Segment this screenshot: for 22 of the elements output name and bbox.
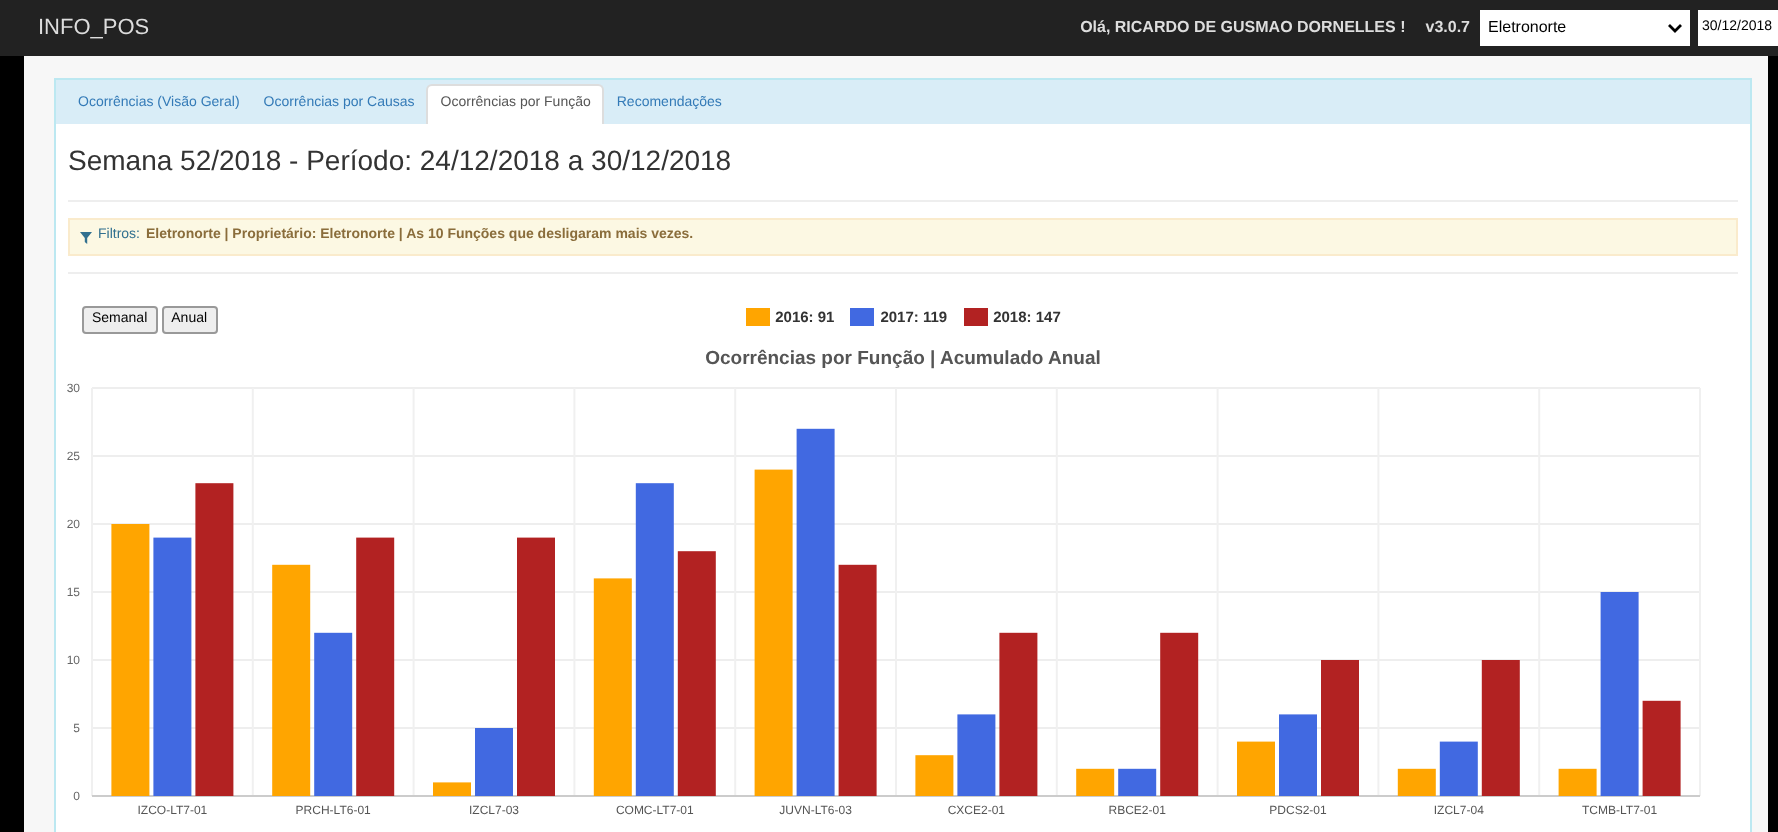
bar (1397, 769, 1436, 797)
bar (1439, 742, 1478, 797)
bar (1558, 769, 1597, 797)
bar (475, 728, 513, 797)
bar (1237, 742, 1275, 797)
chevron-down-icon (1668, 23, 1682, 33)
bar (915, 755, 954, 797)
chart-title: Ocorrências por Função | Acumulado Anual (703, 346, 1103, 374)
user-greeting: Olá, RICARDO DE GUSMAO DORNELLES ! (1080, 16, 1406, 40)
bar (1481, 660, 1520, 797)
bar (433, 782, 471, 797)
bar (1321, 660, 1359, 797)
page-heading: Semana 52/2018 - Período: 24/12/2018 a 30/12/2018 (68, 124, 1738, 202)
bar (1642, 701, 1681, 797)
bar (1118, 769, 1157, 797)
bar (1279, 714, 1317, 797)
version-label: v3.0.7 (1425, 16, 1470, 40)
app-title[interactable]: INFO_POS (38, 11, 150, 45)
bar (957, 714, 996, 797)
bar (1076, 769, 1115, 797)
company-select[interactable]: Eletronorte (1480, 10, 1690, 46)
filter-icon (80, 231, 92, 243)
